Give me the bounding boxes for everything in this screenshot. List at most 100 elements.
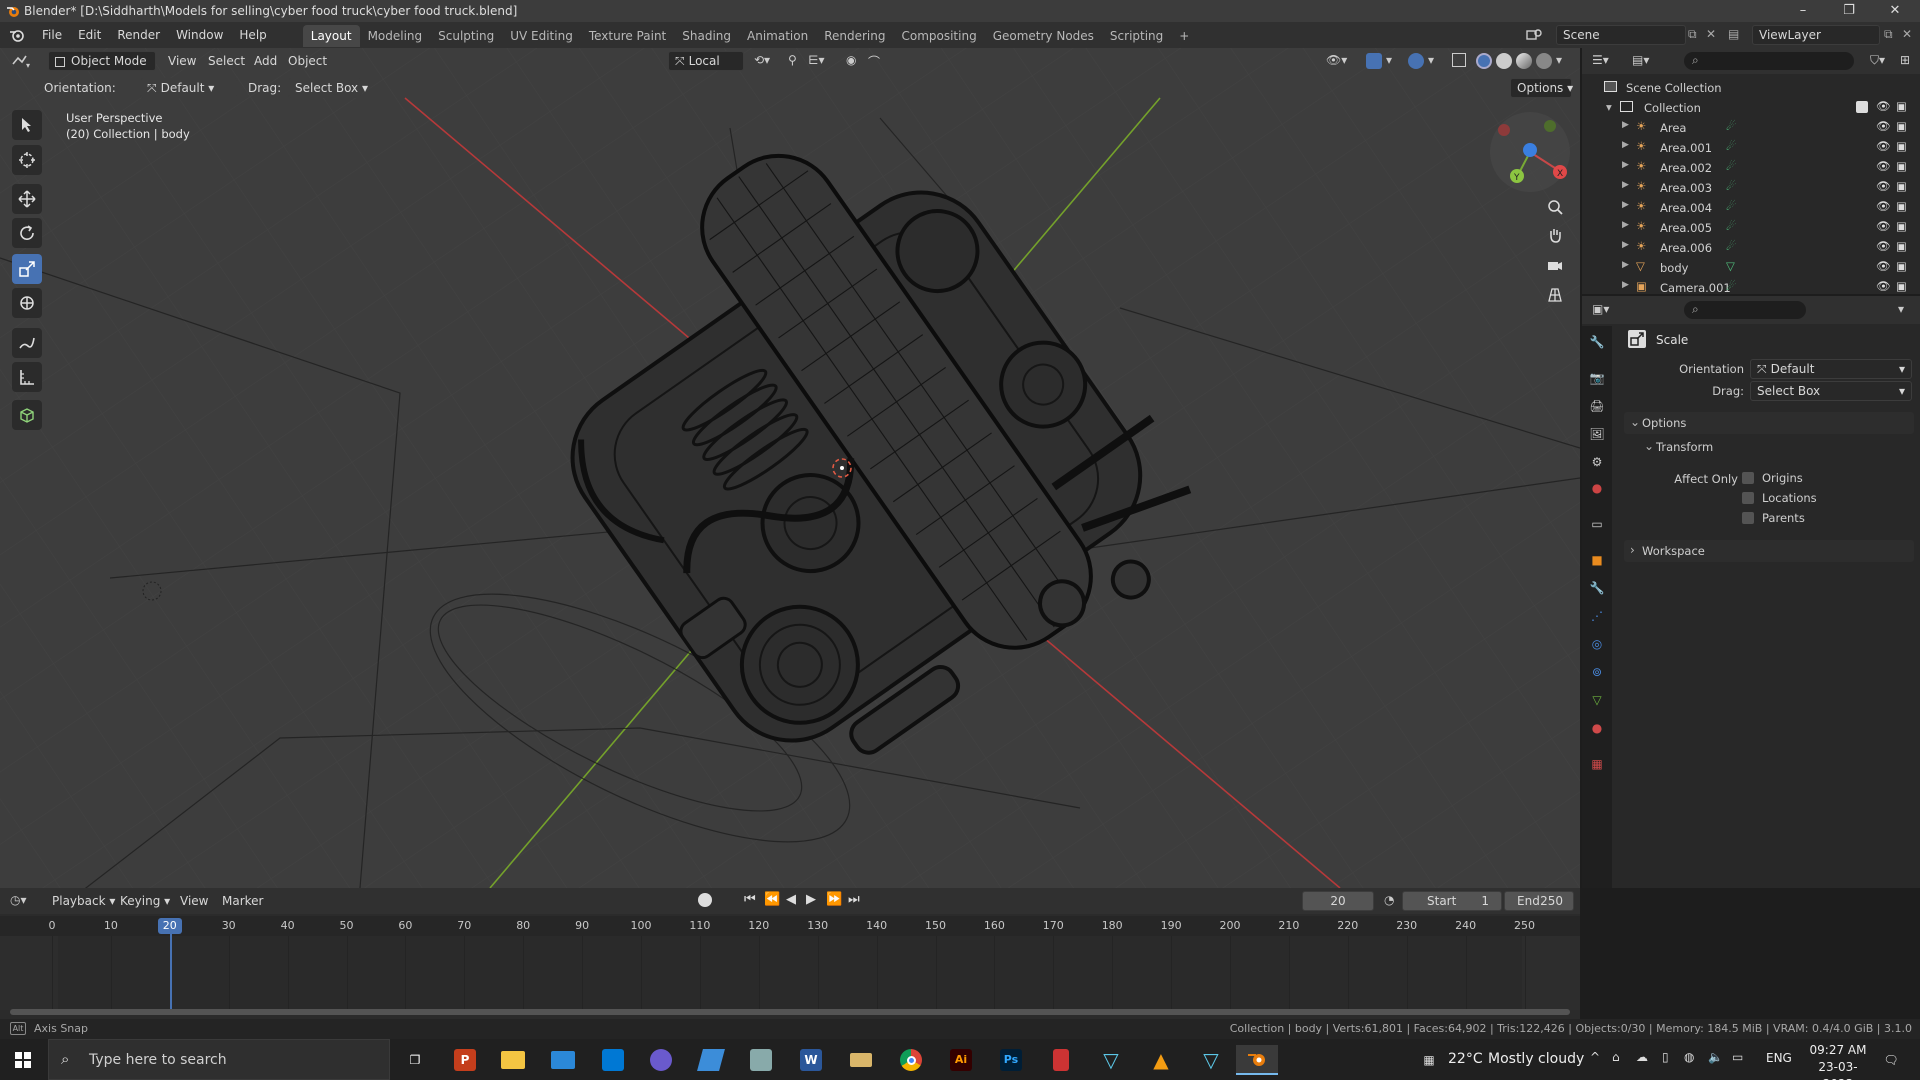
expand-arrow-icon[interactable]: ▶	[1622, 280, 1629, 290]
menu-help[interactable]: Help	[231, 22, 274, 48]
expand-arrow-icon[interactable]: ▾	[1606, 100, 1612, 114]
pan-hand-icon[interactable]	[1542, 222, 1568, 248]
marker-menu[interactable]: Marker	[214, 888, 271, 914]
visibility-eye-icon[interactable]: 👁	[1876, 99, 1891, 113]
app-icon-2[interactable]	[746, 1045, 776, 1075]
visibility-eye-icon[interactable]: 👁	[1876, 219, 1891, 233]
camera-data-icon[interactable]: ☄	[1726, 279, 1736, 293]
shading-menu-icon[interactable]: ▾	[1556, 53, 1562, 67]
language-indicator[interactable]: ENG	[1766, 1051, 1792, 1065]
clock-icon[interactable]: ◔	[1384, 893, 1394, 907]
gizmo-menu-icon[interactable]: ▾	[1386, 53, 1392, 67]
playhead-line[interactable]	[169, 934, 172, 1010]
filter-icon[interactable]: ⛉▾	[1870, 53, 1885, 68]
network-icon[interactable]: ◍	[1684, 1050, 1694, 1064]
outliner-item-area-006[interactable]: ▶ ☀ Area.006 ☄ 👁 ▣	[1582, 238, 1920, 258]
expand-arrow-icon[interactable]: ▶	[1622, 220, 1629, 230]
expand-arrow-icon[interactable]: ▶	[1622, 140, 1629, 150]
outliner-scene-collection[interactable]: Scene Collection	[1582, 78, 1920, 98]
render-camera-icon[interactable]: ▣	[1896, 99, 1907, 113]
current-frame-field[interactable]: 20	[1302, 891, 1374, 911]
expand-arrow-icon[interactable]: ▶	[1622, 160, 1629, 170]
particles-tab-icon[interactable]: ⋰	[1587, 606, 1607, 626]
world-tab-icon[interactable]: ●	[1587, 478, 1607, 498]
word-icon[interactable]: W	[796, 1045, 826, 1075]
visibility-eye-icon[interactable]: 👁	[1876, 259, 1891, 273]
scale-tool[interactable]	[12, 254, 42, 284]
exclude-checkbox[interactable]	[1856, 101, 1868, 113]
tab-shading[interactable]: Shading	[674, 25, 739, 47]
cursor-tool[interactable]	[12, 145, 42, 175]
jump-keyframe-back-icon[interactable]: ⏪	[764, 892, 780, 907]
viewlayer-icon[interactable]: ▤	[1728, 27, 1739, 41]
options-dropdown[interactable]: Options ▾	[1510, 78, 1573, 98]
tray-chevron-icon[interactable]: ^	[1590, 1050, 1600, 1064]
notifications-icon[interactable]: 🗨	[1876, 1045, 1906, 1075]
modifier-tab-icon[interactable]: 🔧	[1587, 578, 1607, 598]
tab-modeling[interactable]: Modeling	[360, 25, 431, 47]
move-tool[interactable]	[12, 184, 42, 214]
add-cube-tool[interactable]	[12, 400, 42, 430]
data-tab-icon[interactable]: ▽	[1587, 690, 1607, 710]
blender-taskbar-icon[interactable]	[1236, 1045, 1278, 1075]
blender-menu-icon[interactable]	[0, 28, 34, 42]
outliner-item-body[interactable]: ▶ ▽ body ▽ 👁 ▣	[1582, 258, 1920, 278]
expand-arrow-icon[interactable]: ▶	[1622, 260, 1629, 270]
material-tab-icon[interactable]: ●	[1587, 718, 1607, 738]
drag-dropdown[interactable]: Select Box ▾	[288, 78, 368, 98]
navigation-gizmo[interactable]: X Y	[1488, 110, 1572, 194]
edge-icon[interactable]	[646, 1045, 676, 1075]
light-data-icon[interactable]: ☄	[1726, 179, 1736, 193]
mode-selector[interactable]: Object Mode	[48, 51, 156, 71]
play-icon[interactable]: ▶	[806, 892, 816, 907]
tab-texture-paint[interactable]: Texture Paint	[581, 25, 674, 47]
mesh-data-icon[interactable]: ▽	[1726, 259, 1735, 273]
constraints-tab-icon[interactable]: ⊚	[1587, 662, 1607, 682]
camera-view-icon[interactable]	[1542, 252, 1568, 278]
expand-arrow-icon[interactable]: ▶	[1622, 240, 1629, 250]
restore-button[interactable]: ❐	[1826, 0, 1872, 22]
close-window-button[interactable]: ✕	[1872, 0, 1918, 22]
task-view-icon[interactable]: ❐	[400, 1045, 430, 1075]
timeline-editor-icon[interactable]: ◷▾	[10, 893, 27, 907]
timeline-view-menu[interactable]: View	[172, 888, 216, 914]
object-tab-icon[interactable]: ■	[1587, 550, 1607, 570]
collection-tab-icon[interactable]: ▭	[1587, 514, 1607, 534]
select-box-tool[interactable]	[12, 110, 42, 140]
battery-icon[interactable]: ▯	[1662, 1050, 1669, 1064]
render-camera-icon[interactable]: ▣	[1896, 179, 1907, 193]
perspective-grid-icon[interactable]	[1542, 282, 1568, 308]
workspace-panel-header[interactable]: › Workspace	[1624, 540, 1914, 562]
origins-checkbox[interactable]: Origins	[1742, 471, 1803, 485]
visibility-eye-icon[interactable]: 👁	[1876, 279, 1891, 293]
physics-tab-icon[interactable]: ◎	[1587, 634, 1607, 654]
record-button[interactable]	[698, 893, 712, 907]
clock[interactable]: 09:27 AM 23-03-2023	[1806, 1042, 1870, 1080]
annotate-tool[interactable]	[12, 328, 42, 358]
render-camera-icon[interactable]: ▣	[1896, 199, 1907, 213]
transform-tool[interactable]	[12, 288, 42, 318]
menu-file[interactable]: File	[34, 22, 70, 48]
render-tab-icon[interactable]: 📷	[1587, 368, 1607, 388]
keying-menu[interactable]: Keying ▾	[112, 888, 178, 914]
minimize-button[interactable]: –	[1780, 0, 1826, 22]
taskbar-search-box[interactable]: ⌕ Type here to search	[48, 1039, 390, 1080]
prop-drag-dropdown[interactable]: Select Box ▾	[1750, 381, 1912, 401]
measure-tool[interactable]	[12, 362, 42, 392]
solid-shading-icon[interactable]	[1496, 53, 1512, 69]
tray-device-icon[interactable]: ⌂	[1612, 1050, 1620, 1064]
tab-layout[interactable]: Layout	[302, 25, 360, 47]
locations-checkbox[interactable]: Locations	[1742, 491, 1817, 505]
app-icon-5[interactable]: ▽	[1196, 1045, 1226, 1075]
vlc-icon[interactable]: ▲	[1146, 1045, 1176, 1075]
view-menu[interactable]: View	[160, 48, 204, 74]
outliner-collection[interactable]: ▾ Collection 👁 ▣	[1582, 98, 1920, 118]
visibility-eye-icon[interactable]: 👁	[1876, 159, 1891, 173]
new-collection-icon[interactable]: ⊞	[1900, 53, 1910, 67]
menu-render[interactable]: Render	[109, 22, 168, 48]
outliner-item-camera-001[interactable]: ▶ ▣ Camera.001 ☄ 👁 ▣	[1582, 278, 1920, 298]
wireframe-shading-icon[interactable]	[1476, 53, 1492, 69]
render-camera-icon[interactable]: ▣	[1896, 239, 1907, 253]
mail-icon[interactable]	[548, 1045, 578, 1075]
scene-icon[interactable]	[1524, 25, 1544, 45]
